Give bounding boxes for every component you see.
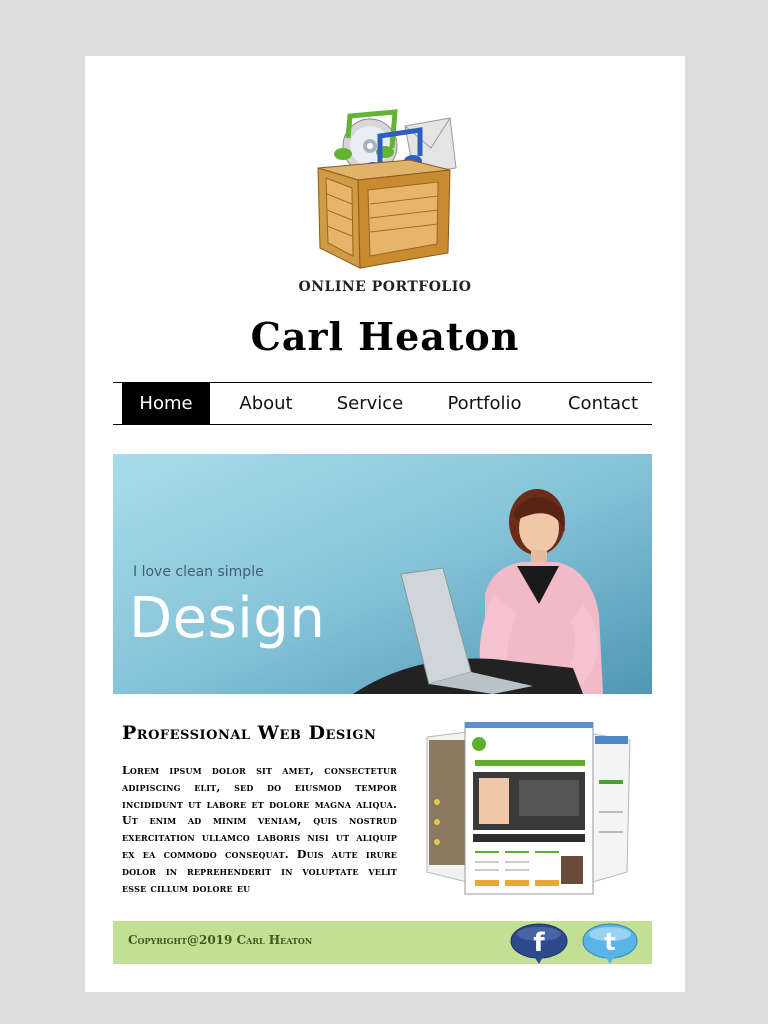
footer: Copyright@2019 Carl Heaton f t	[113, 921, 652, 964]
nav-item-home[interactable]: Home	[122, 383, 210, 424]
page-container: ONLINE PORTFOLIO Carl Heaton Home About …	[85, 56, 685, 992]
svg-text:f: f	[533, 928, 545, 958]
site-tagline: ONLINE PORTFOLIO	[298, 279, 472, 295]
hero-heading: Design	[129, 586, 326, 651]
website-mockup-image	[415, 721, 640, 897]
nav-item-contact[interactable]: Contact	[557, 383, 649, 424]
section-title: Professional Web Design	[122, 722, 377, 744]
nav-item-service[interactable]: Service	[325, 383, 415, 424]
nav-item-about[interactable]: About	[226, 383, 306, 424]
hero-subheading: I love clean simple	[133, 564, 264, 580]
main-nav: Home About Service Portfolio Contact	[113, 382, 652, 425]
facebook-icon[interactable]: f	[509, 922, 569, 966]
music-box-logo-icon	[317, 109, 457, 269]
svg-text:t: t	[604, 928, 615, 956]
website-mockup-graphic	[426, 721, 631, 895]
section-body: Lorem ipsum dolor sit amet, consectetur …	[122, 764, 397, 895]
copyright-text: Copyright@2019 Carl Heaton	[128, 933, 313, 947]
site-title: Carl Heaton	[250, 314, 520, 359]
twitter-icon[interactable]: t	[580, 922, 640, 966]
nav-item-portfolio[interactable]: Portfolio	[437, 383, 532, 424]
hero-banner: I love clean simple Design	[113, 454, 652, 694]
